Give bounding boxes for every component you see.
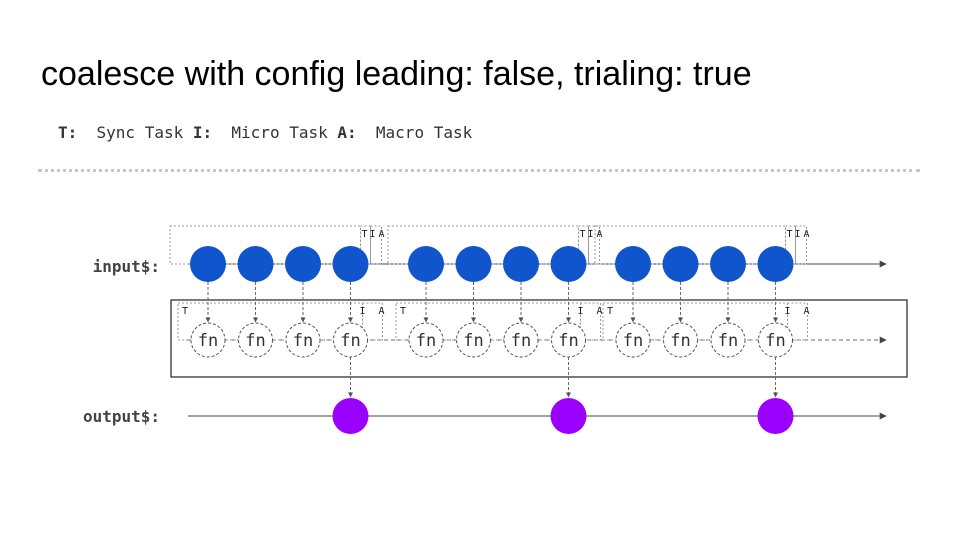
output-stream-label: output$: bbox=[83, 407, 160, 426]
macro-task-marker: A bbox=[378, 229, 384, 240]
micro-task-marker: I bbox=[369, 229, 375, 240]
fn-node-label: fn bbox=[198, 331, 218, 351]
micro-task-marker: I bbox=[794, 229, 800, 240]
sync-task-marker: T bbox=[786, 229, 792, 240]
fn-macro-marker: A bbox=[596, 306, 602, 317]
output-marble bbox=[757, 398, 794, 434]
fn-node-label: fn bbox=[245, 331, 265, 351]
fn-node-label: fn bbox=[765, 331, 785, 351]
input-marble bbox=[332, 246, 369, 282]
fn-node-label: fn bbox=[511, 331, 531, 351]
fn-node-label: fn bbox=[623, 331, 643, 351]
fn-sync-marker: T bbox=[607, 306, 613, 317]
fn-sync-marker: T bbox=[182, 306, 188, 317]
input-marble bbox=[662, 246, 699, 282]
fn-node-label: fn bbox=[670, 331, 690, 351]
input-marble bbox=[408, 246, 444, 282]
input-marble bbox=[550, 246, 587, 282]
input-marble bbox=[455, 246, 492, 282]
fn-node-label: fn bbox=[558, 331, 578, 351]
fn-macro-marker: A bbox=[803, 306, 809, 317]
input-marble bbox=[190, 246, 226, 282]
fn-sync-marker: T bbox=[400, 306, 406, 317]
input-marble bbox=[757, 246, 794, 282]
fn-micro-marker: I bbox=[359, 306, 365, 317]
macro-task-marker: A bbox=[596, 229, 602, 240]
sync-task-marker: T bbox=[361, 229, 367, 240]
input-marble bbox=[285, 246, 321, 282]
input-stream-label: input$: bbox=[93, 257, 160, 276]
output-marble bbox=[332, 398, 369, 434]
input-marble bbox=[237, 246, 274, 282]
fn-micro-marker: I bbox=[784, 306, 790, 317]
fn-node-label: fn bbox=[340, 331, 360, 351]
micro-task-marker: I bbox=[587, 229, 593, 240]
input-marble bbox=[503, 246, 539, 282]
marble-diagram: input$: output$: T I AT I Afn fn fn fnT I AT I Afn f… bbox=[83, 225, 908, 434]
fn-node-label: fn bbox=[718, 331, 738, 351]
input-marble bbox=[710, 246, 746, 282]
output-marble bbox=[550, 398, 587, 434]
macro-task-marker: A bbox=[803, 229, 809, 240]
fn-macro-marker: A bbox=[378, 306, 384, 317]
coalesce-box bbox=[170, 299, 908, 378]
input-marble bbox=[615, 246, 651, 282]
sync-task-marker: T bbox=[579, 229, 585, 240]
fn-node-label: fn bbox=[293, 331, 313, 351]
fn-micro-marker: I bbox=[577, 306, 583, 317]
fn-node-label: fn bbox=[416, 331, 436, 351]
fn-node-label: fn bbox=[463, 331, 483, 351]
